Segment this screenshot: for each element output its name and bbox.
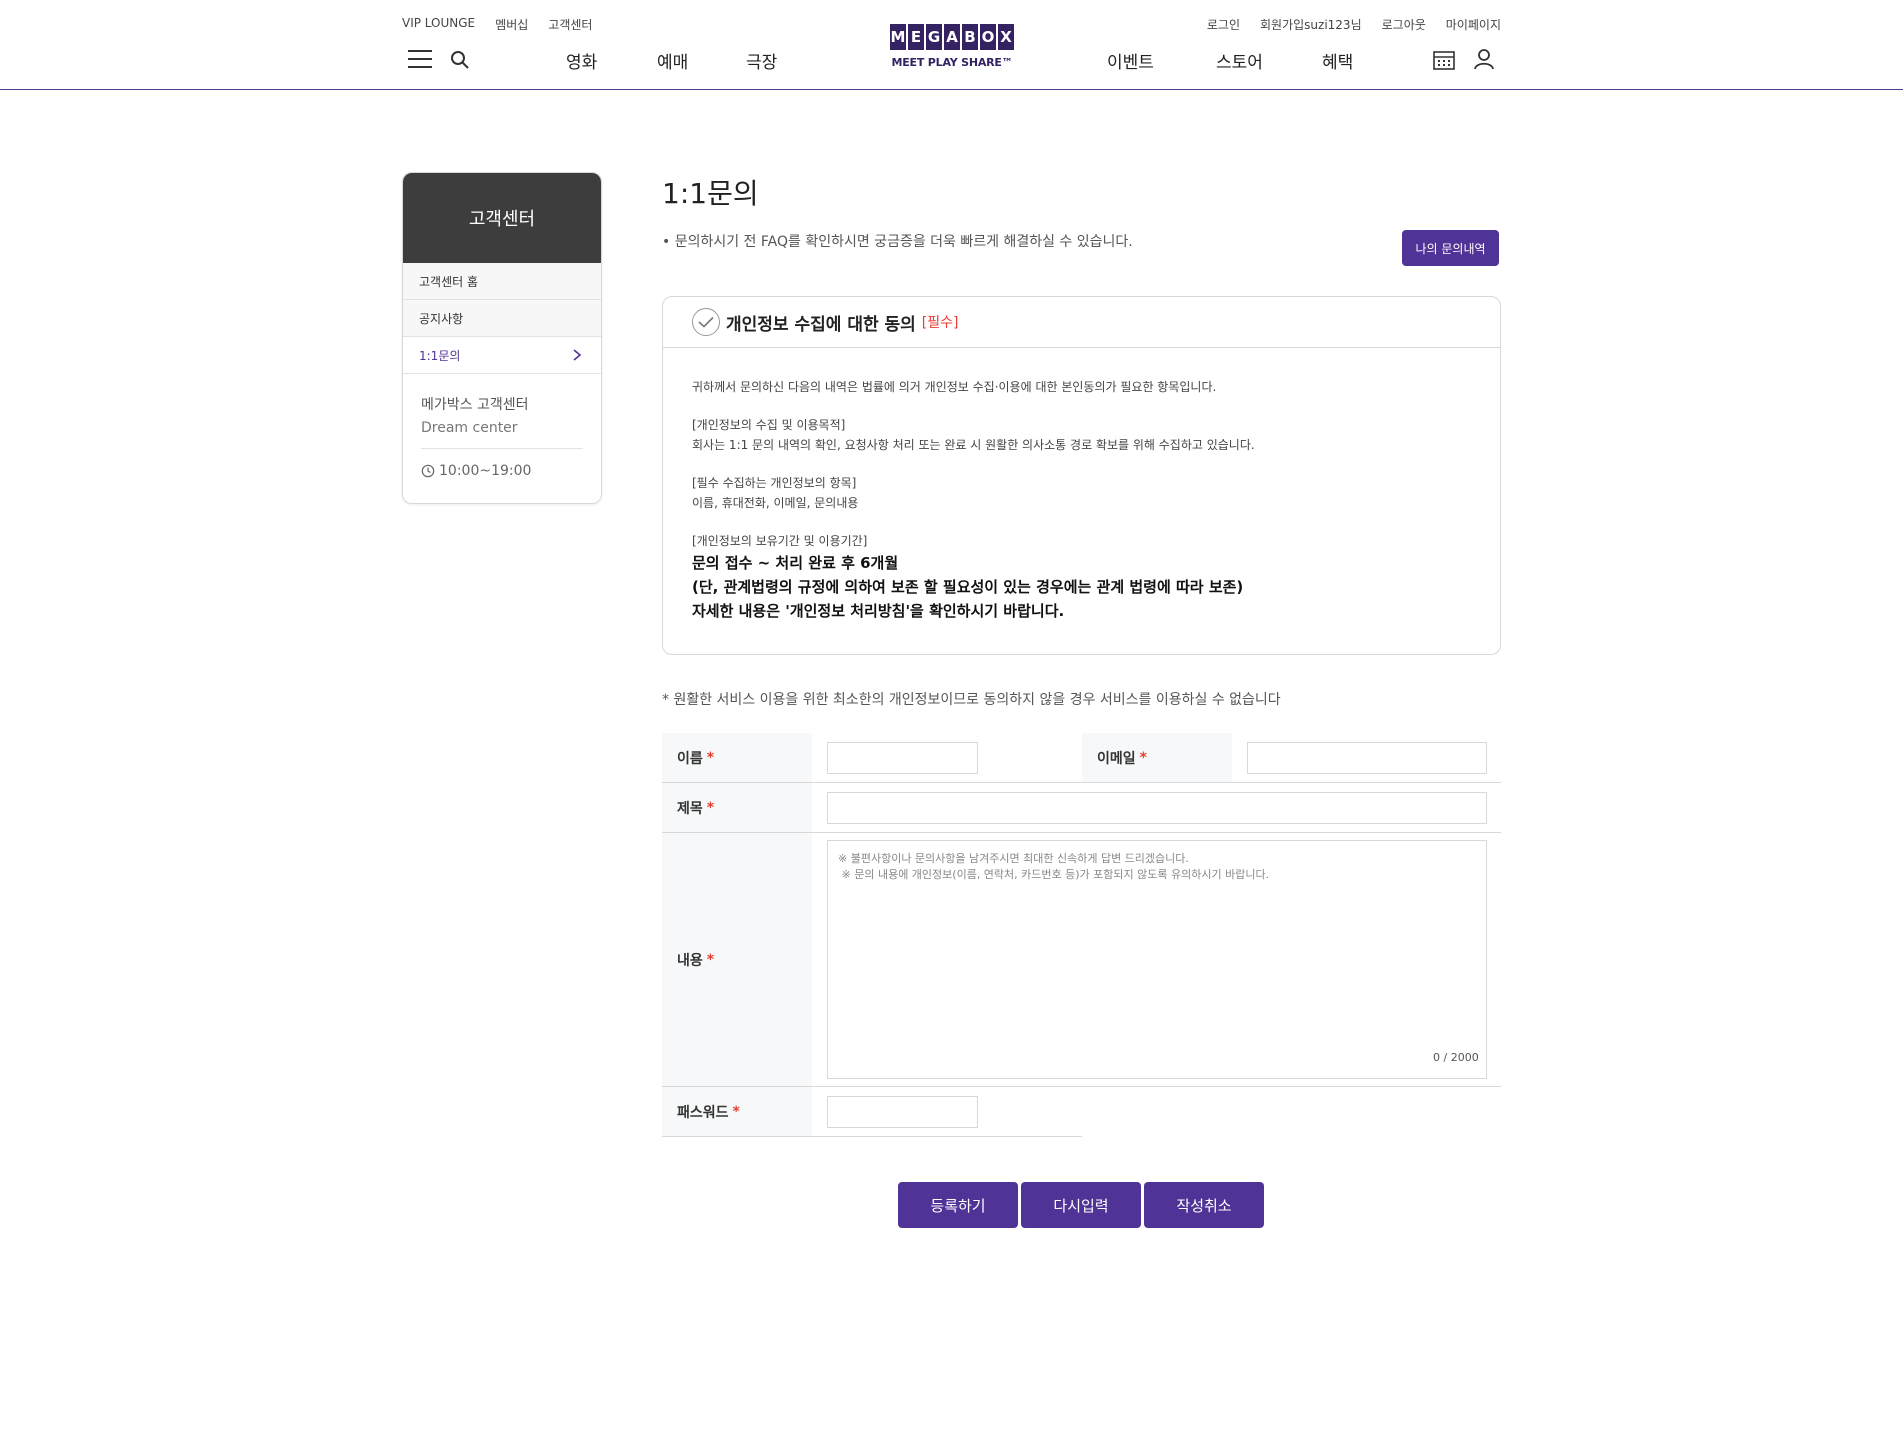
nav-theater[interactable]: 극장 — [746, 48, 777, 73]
login-link[interactable]: 로그인 — [1207, 16, 1240, 33]
subject-input[interactable] — [827, 792, 1487, 824]
chevron-right-icon — [573, 349, 582, 361]
form-buttons: 등록하기 다시입력 작성취소 — [898, 1182, 1264, 1228]
center-hours: 10:00~19:00 — [421, 463, 583, 479]
logo-letter: G — [926, 24, 942, 50]
signup-user-link[interactable]: 회원가입suzi123님 — [1260, 16, 1362, 33]
logo-letter: O — [980, 24, 996, 50]
sidebar-item-label: 고객센터 홈 — [419, 274, 479, 289]
sidebar-item-home[interactable]: 고객센터 홈 — [403, 263, 601, 300]
clock-icon — [421, 464, 435, 478]
megabox-logo[interactable]: MEGABOX MEET PLAY SHARE™ — [882, 24, 1022, 72]
nav-benefit[interactable]: 혜택 — [1322, 48, 1353, 73]
customer-center-link[interactable]: 고객센터 — [548, 16, 592, 33]
center-name: 메가박스 고객센터 — [421, 397, 529, 413]
email-label: 이메일 * — [1082, 733, 1232, 782]
site-header: VIP LOUNGE 멤버십 고객센터 로그인 회원가입suzi123님 로그아… — [0, 0, 1903, 90]
reset-button[interactable]: 다시입력 — [1021, 1182, 1141, 1228]
privacy-warning: * 원활한 서비스 이용을 위한 최소한의 개인정보이므로 동의하지 않을 경우… — [662, 692, 1281, 708]
email-input[interactable] — [1247, 742, 1487, 774]
logo-letter: E — [908, 24, 924, 50]
cancel-button[interactable]: 작성취소 — [1144, 1182, 1264, 1228]
logo-letter: X — [998, 24, 1014, 50]
content-textarea[interactable] — [827, 840, 1487, 1079]
period-line: 자세한 내용은 '개인정보 처리방침'을 확인하시기 바랍니다. — [692, 602, 1065, 620]
logo-letter: B — [962, 24, 978, 50]
period-line: (단, 관계법령의 규정에 의하여 보존 할 필요성이 있는 경우에는 관계 법… — [692, 578, 1244, 596]
sidebar-item-label: 공지사항 — [419, 311, 464, 326]
privacy-agreement-box: 개인정보 수집에 대한 동의 [필수] 귀하께서 문의하신 다음의 내역은 법률… — [662, 296, 1501, 655]
logout-link[interactable]: 로그아웃 — [1382, 16, 1426, 33]
sidebar-item-inquiry[interactable]: 1:1문의 — [403, 337, 601, 374]
form-row-subject: 제목 * — [662, 783, 1501, 833]
privacy-agree-toggle[interactable]: 개인정보 수집에 대한 동의 [필수] — [663, 297, 1500, 348]
hours-text: 10:00~19:00 — [439, 463, 532, 479]
mypage-link[interactable]: 마이페이지 — [1446, 16, 1501, 33]
my-inquiry-button[interactable]: 나의 문의내역 — [1402, 230, 1499, 266]
period-title: [개인정보의 보유기간 및 이용기간] — [692, 534, 868, 548]
agree-title: 개인정보 수집에 대한 동의 — [726, 314, 916, 335]
content-label: 내용 * — [662, 833, 812, 1086]
required-badge: [필수] — [921, 315, 959, 331]
calendar-icon[interactable] — [1433, 49, 1455, 71]
check-circle-icon[interactable] — [692, 308, 720, 336]
center-info: 메가박스 고객센터 Dream center 10:00~19:00 — [403, 374, 601, 503]
password-input[interactable] — [827, 1096, 978, 1128]
logo-tagline: MEET PLAY SHARE™ — [891, 56, 1013, 69]
agree-intro: 귀하께서 문의하신 다음의 내역은 법률에 의거 개인정보 수집·이용에 대한 … — [692, 380, 1217, 394]
nav-event[interactable]: 이벤트 — [1107, 48, 1154, 73]
purpose-text: 회사는 1:1 문의 내역의 확인, 요청사항 처리 또는 완료 시 원활한 의… — [692, 438, 1255, 452]
period-line: 문의 접수 ~ 처리 완료 후 6개월 — [692, 554, 899, 572]
purpose-title: [개인정보의 수집 및 이용목적] — [692, 418, 846, 432]
user-icon[interactable] — [1473, 48, 1495, 70]
membership-link[interactable]: 멤버십 — [495, 16, 528, 33]
subject-label: 제목 * — [662, 783, 812, 832]
page-title: 1:1문의 — [662, 177, 759, 210]
sidebar-item-label: 1:1문의 — [419, 348, 461, 363]
faq-notice: • 문의하시기 전 FAQ를 확인하시면 궁금증을 더욱 빠르게 해결하실 수 … — [662, 234, 1133, 250]
form-row-password: 패스워드 * — [662, 1087, 1082, 1137]
sidebar: 고객센터 고객센터 홈 공지사항 1:1문의 메가박스 고객센터 Dream c… — [402, 172, 602, 504]
util-nav-left: VIP LOUNGE 멤버십 고객센터 — [402, 16, 592, 33]
form-row-content: 내용* 0 / 2000 — [662, 833, 1501, 1087]
agree-content: 귀하께서 문의하신 다음의 내역은 법률에 의거 개인정보 수집·이용에 대한 … — [663, 348, 1500, 623]
submit-button[interactable]: 등록하기 — [898, 1182, 1018, 1228]
vip-lounge-link[interactable]: VIP LOUNGE — [402, 16, 475, 33]
logo-wordmark: MEGABOX — [882, 24, 1022, 50]
sidebar-item-notice[interactable]: 공지사항 — [403, 300, 601, 337]
util-nav-right: 로그인 회원가입suzi123님 로그아웃 마이페이지 — [1207, 16, 1501, 33]
name-label: 이름 * — [662, 733, 812, 782]
menu-icon[interactable] — [408, 50, 432, 68]
search-icon[interactable] — [450, 50, 470, 70]
char-counter: 0 / 2000 — [1433, 1051, 1479, 1064]
items-title: [필수 수집하는 개인정보의 항목] — [692, 476, 857, 490]
name-input[interactable] — [827, 742, 978, 774]
center-en-name: Dream center — [421, 420, 518, 436]
items-text: 이름, 휴대전화, 이메일, 문의내용 — [692, 496, 859, 510]
divider — [421, 448, 583, 449]
nav-movie[interactable]: 영화 — [566, 48, 597, 73]
password-label: 패스워드 * — [662, 1087, 812, 1136]
nav-store[interactable]: 스토어 — [1216, 48, 1263, 73]
nav-booking[interactable]: 예매 — [657, 48, 688, 73]
sidebar-title: 고객센터 — [403, 173, 601, 263]
logo-letter: A — [944, 24, 960, 50]
logo-letter: M — [890, 24, 906, 50]
form-row-name-email: 이름 * 이메일 * — [662, 733, 1501, 783]
